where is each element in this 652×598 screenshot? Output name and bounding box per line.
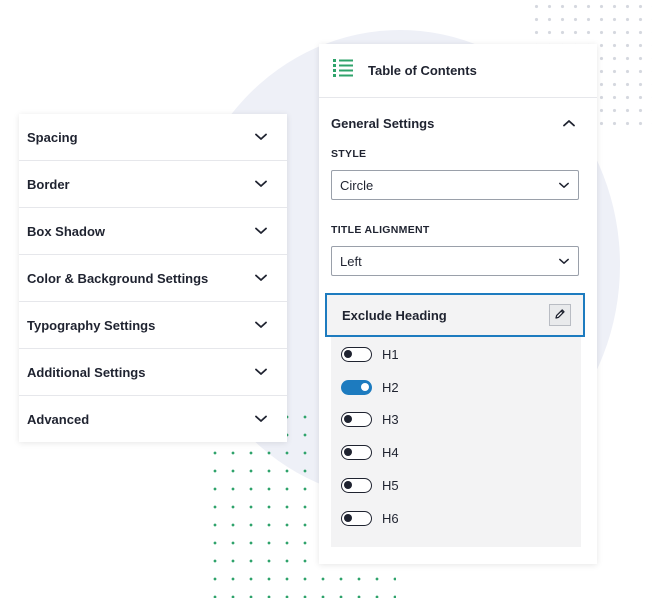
settings-accordion: Spacing Border Box Shadow Color & Backgr… — [19, 114, 287, 442]
heading-row-h4: H4 — [341, 443, 399, 461]
accordion-label: Typography Settings — [27, 317, 156, 333]
accordion-item-box-shadow[interactable]: Box Shadow — [19, 208, 287, 255]
title-alignment-label: TITLE ALIGNMENT — [331, 224, 430, 236]
pencil-icon — [554, 308, 566, 323]
accordion-item-color-background[interactable]: Color & Background Settings — [19, 255, 287, 302]
exclude-heading-label: Exclude Heading — [342, 307, 447, 323]
style-label: STYLE — [331, 148, 367, 160]
accordion-item-advanced[interactable]: Advanced — [19, 396, 287, 442]
style-select[interactable]: Circle — [331, 170, 579, 200]
heading-label: H6 — [382, 510, 399, 526]
chevron-down-icon — [255, 413, 267, 425]
exclude-heading-header: Exclude Heading — [325, 293, 585, 337]
chevron-down-icon — [255, 178, 267, 190]
alignment-select-value: Left — [340, 253, 362, 269]
accordion-label: Advanced — [27, 411, 90, 427]
general-settings-toggle[interactable]: General Settings — [319, 98, 597, 148]
heading-row-h3: H3 — [341, 410, 399, 428]
toggle-h2[interactable] — [341, 379, 372, 395]
accordion-item-additional[interactable]: Additional Settings — [19, 349, 287, 396]
toggle-knob — [344, 349, 352, 358]
chevron-down-icon — [558, 255, 570, 267]
heading-label: H2 — [382, 379, 399, 395]
panel-header: Table of Contents — [319, 44, 597, 98]
heading-row-h5: H5 — [341, 476, 399, 494]
heading-row-h2: H2 — [341, 378, 399, 396]
chevron-up-icon — [563, 117, 575, 129]
heading-row-h6: H6 — [341, 509, 399, 527]
style-select-value: Circle — [340, 177, 374, 193]
accordion-label: Spacing — [27, 129, 78, 145]
accordion-label: Border — [27, 176, 70, 192]
chevron-down-icon — [255, 131, 267, 143]
toggle-knob — [361, 382, 369, 391]
edit-button[interactable] — [549, 304, 571, 326]
accordion-item-border[interactable]: Border — [19, 161, 287, 208]
accordion-label: Additional Settings — [27, 364, 146, 380]
heading-label: H5 — [382, 477, 399, 493]
accordion-label: Box Shadow — [27, 223, 106, 239]
toggle-h1[interactable] — [341, 346, 372, 362]
toggle-h5[interactable] — [341, 477, 372, 493]
heading-label: H3 — [382, 411, 399, 427]
title-alignment-select[interactable]: Left — [331, 246, 579, 276]
toggle-knob — [344, 414, 352, 423]
toggle-knob — [344, 513, 352, 522]
accordion-item-typography[interactable]: Typography Settings — [19, 302, 287, 349]
list-icon — [332, 57, 354, 84]
chevron-down-icon — [255, 225, 267, 237]
heading-toggles: H1 H2 H3 H4 H5 H6 — [331, 337, 581, 547]
heading-row-h1: H1 — [341, 345, 399, 363]
toggle-knob — [344, 480, 352, 489]
panel-title: Table of Contents — [368, 63, 477, 78]
chevron-down-icon — [255, 272, 267, 284]
heading-label: H4 — [382, 444, 399, 460]
chevron-down-icon — [558, 179, 570, 191]
toggle-h6[interactable] — [341, 510, 372, 526]
toggle-h3[interactable] — [341, 411, 372, 427]
heading-label: H1 — [382, 346, 399, 362]
accordion-label: Color & Background Settings — [27, 270, 209, 286]
chevron-down-icon — [255, 366, 267, 378]
section-title: General Settings — [331, 115, 435, 131]
accordion-item-spacing[interactable]: Spacing — [19, 114, 287, 161]
chevron-down-icon — [255, 319, 267, 331]
toggle-knob — [344, 447, 352, 456]
toggle-h4[interactable] — [341, 444, 372, 460]
